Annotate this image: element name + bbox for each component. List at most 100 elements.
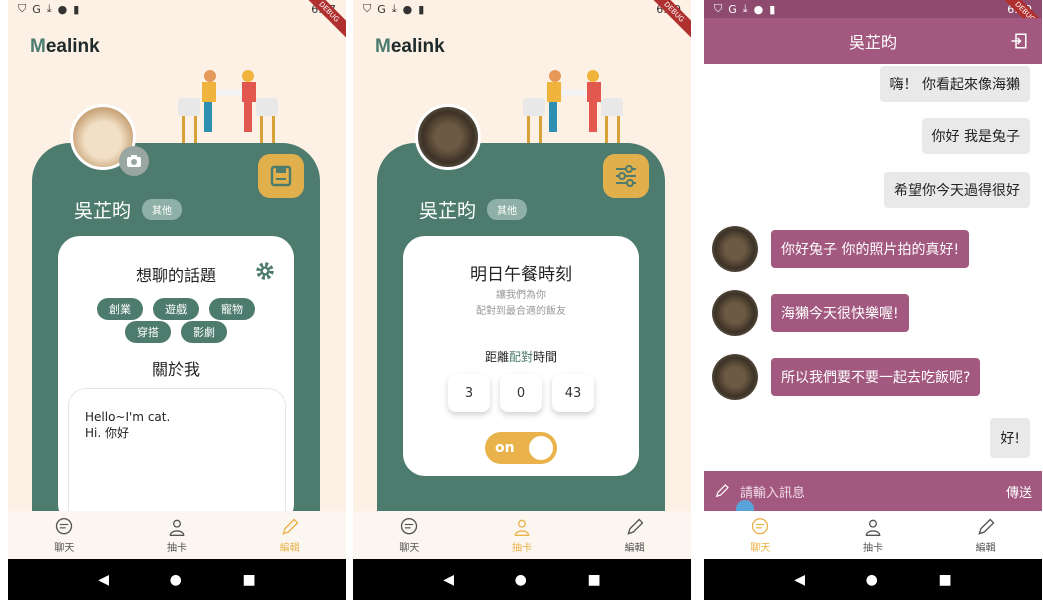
nav-edit[interactable]: 編輯: [929, 511, 1042, 559]
about-line: Hi. 你好: [85, 426, 129, 440]
google-icon: G: [32, 2, 41, 16]
nav-edit-label: 編輯: [624, 542, 645, 554]
otter-avatar: [712, 354, 758, 400]
nav-draw[interactable]: 抽卡: [466, 511, 579, 559]
about-line: Hello~I'm cat.: [85, 410, 171, 424]
lunch-subtitle-1: 讓我們為你: [496, 290, 546, 301]
google-icon: G: [728, 2, 737, 16]
toggle-knob: [529, 436, 553, 460]
nav-chat-label: 聊天: [399, 542, 420, 554]
circle-icon: ●: [402, 2, 413, 16]
save-icon[interactable]: [258, 154, 304, 198]
nav-edit-label: 編輯: [975, 542, 996, 554]
camera-icon[interactable]: [119, 146, 149, 176]
nav-draw-label: 抽卡: [512, 542, 532, 554]
chat-title: 吳芷昀: [848, 33, 897, 52]
home-icon[interactable]: ●: [515, 572, 527, 588]
match-name: 吳芷昀: [419, 200, 477, 222]
back-icon[interactable]: ◀: [98, 572, 109, 588]
match-toggle[interactable]: on: [485, 432, 557, 464]
circle-icon: ●: [57, 2, 68, 16]
topic-chip[interactable]: 創業: [97, 298, 143, 320]
topic-chip[interactable]: 遊戲: [153, 298, 199, 320]
gender-tag: 其他: [142, 199, 182, 220]
lunch-subtitle-2: 配對到最合適的飯友: [476, 306, 566, 317]
nav-chat-label: 聊天: [54, 542, 75, 554]
match-screen: ⛉G⤓●▮ 6:59 DEBUG Mealink 吳芷昀 其他 明日午餐時刻 讓…: [353, 0, 691, 600]
topic-row-2: 穿搭 影劇: [58, 321, 294, 343]
download-icon: ⤓: [742, 2, 748, 15]
nav-edit-label: 編輯: [279, 542, 300, 554]
nav-chat[interactable]: 聊天: [353, 511, 466, 559]
nav-draw[interactable]: 抽卡: [817, 511, 930, 559]
message-input-bar: 請輸入訊息 傳送: [704, 471, 1042, 511]
pencil-icon: [281, 518, 299, 535]
topic-row-1: 創業 遊戲 寵物: [58, 298, 294, 320]
status-bar: ⛉G⤓●▮ 6:57: [8, 0, 346, 18]
nav-chat[interactable]: 聊天: [704, 511, 817, 559]
send-button[interactable]: 傳送: [1006, 482, 1032, 501]
home-icon[interactable]: ●: [170, 572, 182, 588]
nav-draw-label: 抽卡: [167, 542, 187, 554]
bottom-nav: 聊天 抽卡 編輯: [8, 511, 346, 559]
message-sent: 嗨！ 你看起來像海獺: [879, 66, 1030, 102]
person-icon: [514, 519, 530, 536]
home-icon[interactable]: ●: [866, 572, 878, 588]
download-icon: ⤓: [391, 2, 397, 15]
profile-name: 吳芷昀: [74, 200, 132, 222]
pencil-icon: [715, 484, 729, 498]
message-sent: 好!: [990, 418, 1030, 458]
person-icon: [865, 519, 881, 536]
lunch-title: 明日午餐時刻: [470, 265, 572, 285]
countdown-label: 距離配對時間: [484, 350, 558, 364]
nav-edit[interactable]: 編輯: [578, 511, 691, 559]
otter-avatar: [712, 290, 758, 336]
logout-icon[interactable]: [1010, 32, 1028, 54]
pencil-icon: [626, 518, 644, 535]
chat-screen: ⛉G⤓●▮ 6:59 DEBUG 吳芷昀 嗨！ 你看起來像海獺 你好 我是兔子 …: [704, 0, 1042, 600]
google-icon: G: [377, 2, 386, 16]
otter-avatar: [712, 226, 758, 272]
settings-gear-icon[interactable]: [254, 260, 276, 282]
chat-bubble-icon: [752, 517, 769, 534]
back-icon[interactable]: ◀: [443, 572, 454, 588]
recents-icon[interactable]: ■: [242, 572, 255, 588]
message-received: 海獺今天很快樂喔!: [771, 294, 909, 332]
sdcard-icon: ▮: [73, 2, 80, 16]
toggle-label: on: [495, 440, 515, 456]
topic-chip[interactable]: 影劇: [181, 321, 227, 343]
app-logo: Mealink: [375, 36, 445, 57]
recents-icon[interactable]: ■: [938, 572, 951, 588]
sdcard-icon: ▮: [418, 2, 425, 16]
topic-chip[interactable]: 穿搭: [125, 321, 171, 343]
shield-icon: ⛉: [18, 2, 27, 15]
message-received: 你好兔子 你的照片拍的真好!: [771, 230, 970, 268]
pencil-icon: [977, 518, 995, 535]
recents-icon[interactable]: ■: [587, 572, 600, 588]
countdown-minutes: 0: [500, 374, 542, 412]
message-input[interactable]: 請輸入訊息: [740, 482, 996, 501]
status-bar: ⛉G⤓●▮ 6:59: [353, 0, 691, 18]
circle-icon: ●: [753, 2, 764, 16]
otter-avatar: [415, 104, 481, 170]
countdown-digits: 3 0 43: [403, 374, 639, 412]
filter-sliders-icon[interactable]: [603, 154, 649, 198]
bottom-nav: 聊天 抽卡 編輯: [353, 511, 691, 559]
about-text-box[interactable]: Hello~I'm cat. Hi. 你好: [68, 388, 286, 528]
about-panel: 想聊的話題 創業 遊戲 寵物 穿搭 影劇 關於我 Hello~I'm cat. …: [58, 236, 294, 528]
nav-chat[interactable]: 聊天: [8, 511, 121, 559]
topic-chip[interactable]: 寵物: [209, 298, 255, 320]
nav-edit[interactable]: 編輯: [233, 511, 346, 559]
nav-draw[interactable]: 抽卡: [121, 511, 234, 559]
download-icon: ⤓: [46, 2, 52, 15]
app-logo: Mealink: [30, 36, 100, 57]
status-bar: ⛉G⤓●▮ 6:59: [704, 0, 1042, 18]
chat-bubble-icon: [401, 517, 418, 534]
chat-bubble-icon: [56, 517, 73, 534]
lunch-panel: 明日午餐時刻 讓我們為你 配對到最合適的飯友 距離配對時間 3 0 43 on: [403, 236, 639, 476]
sdcard-icon: ▮: [769, 2, 776, 16]
chat-header: 吳芷昀: [704, 18, 1042, 64]
shield-icon: ⛉: [363, 2, 372, 15]
system-nav-bar: ◀ ● ■: [704, 559, 1042, 600]
back-icon[interactable]: ◀: [794, 572, 805, 588]
